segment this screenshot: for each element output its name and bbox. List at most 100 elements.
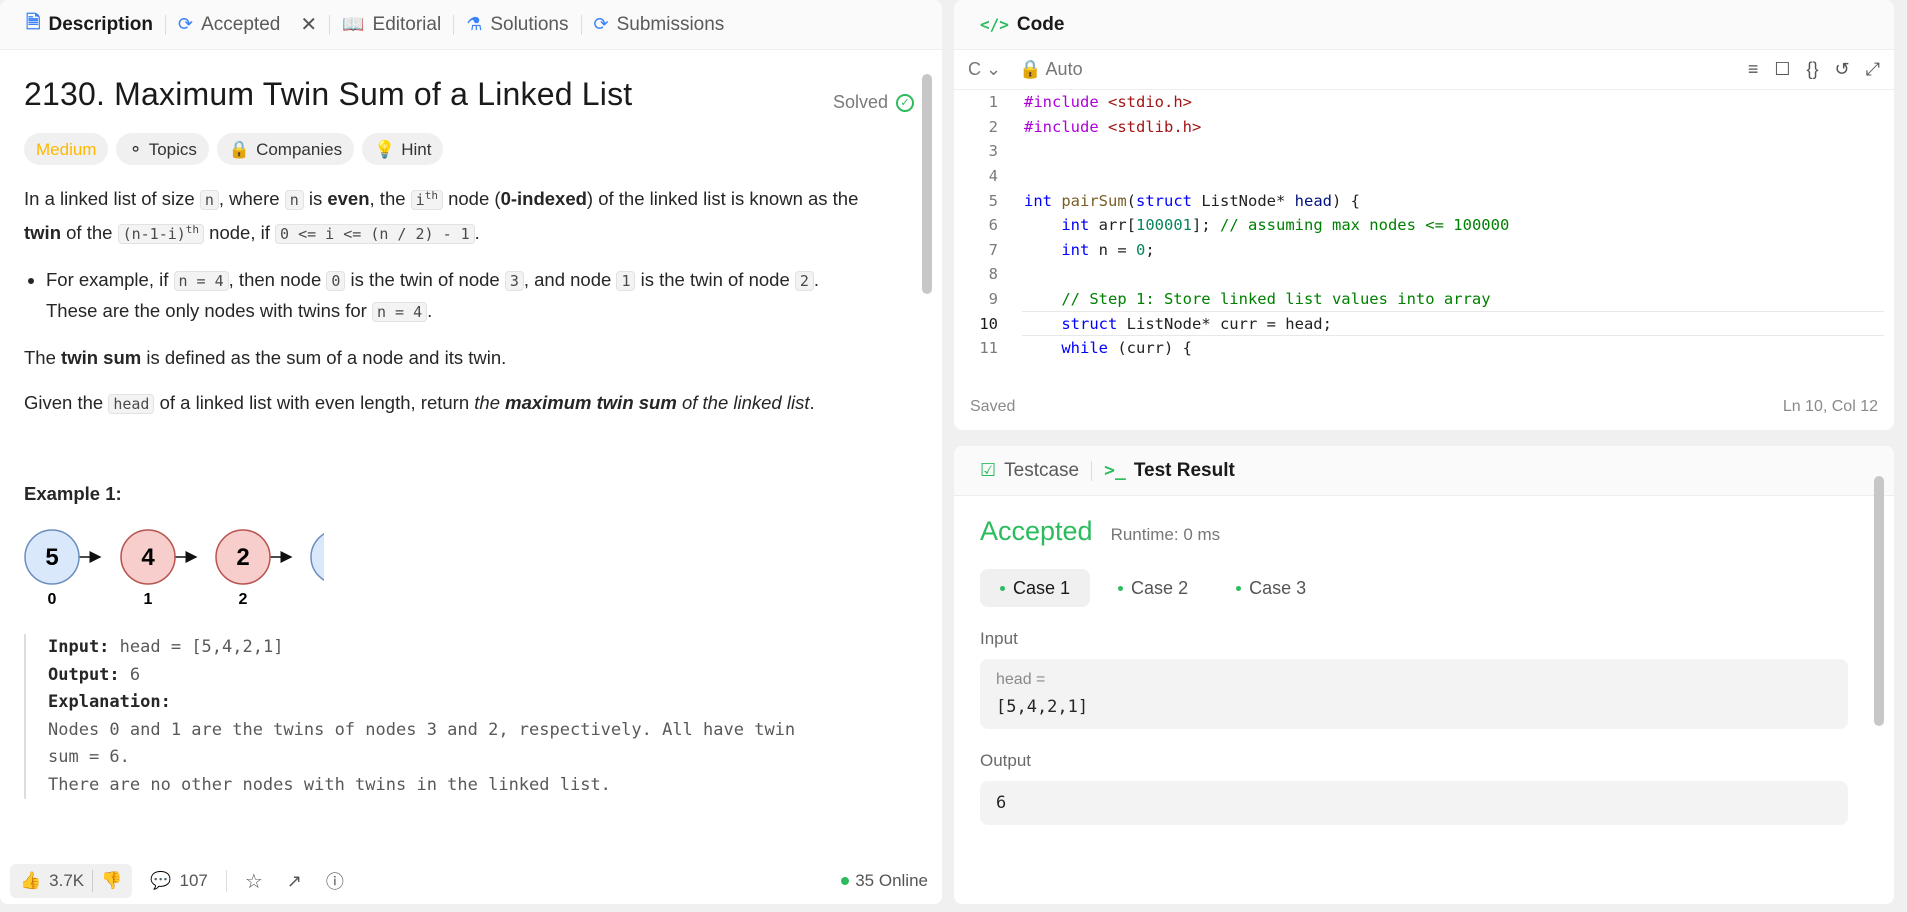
result-status: Accepted Runtime: 0 ms	[980, 516, 1221, 546]
result-scrollbar[interactable]	[1874, 456, 1884, 896]
list-node: 5 0	[24, 529, 80, 608]
help-icon[interactable]: ⓘ	[326, 868, 344, 894]
difficulty-badge: Medium	[24, 133, 109, 165]
check-circle-icon: ✓	[896, 93, 914, 112]
tab-code[interactable]: </> Code	[968, 0, 1076, 49]
auto-mode[interactable]: 🔒 Auto	[1019, 59, 1082, 80]
case-tab[interactable]: Case 2	[1098, 569, 1208, 607]
comment-icon: 💬	[150, 871, 172, 890]
code-editor[interactable]: 1 #include <stdio.h> 2 #include <stdlib.h>…	[954, 90, 1894, 375]
topics-chip[interactable]: ⚬ Topics	[116, 133, 209, 165]
svg-text:2: 2	[239, 591, 248, 608]
editor-status-bar: Saved Ln 10, Col 12	[970, 398, 1878, 415]
left-tabbar: 🗎 Description ⟳ Accepted ✕ 📖 Editorial ⚗…	[0, 0, 942, 50]
current-line-highlight	[1022, 311, 1884, 336]
companies-chip[interactable]: 🔒 Companies	[216, 133, 355, 165]
lock-icon: 🔒	[1019, 59, 1042, 79]
example-bullets: For example, if n = 4, then node 0 is th…	[24, 265, 914, 327]
online-count: 35 Online	[841, 871, 928, 891]
description-footer: 👍 3.7K 👎 💬 107 ☆ ↗ ⓘ 35 Online	[0, 858, 942, 904]
svg-text:2: 2	[236, 544, 249, 571]
code-icon: </>	[980, 15, 1009, 34]
terminal-icon: >_	[1104, 460, 1126, 481]
code-line: 5 int pairSum(struct ListNode* head) {	[988, 191, 1360, 210]
history-icon: ⟳	[178, 14, 194, 34]
thumbs-up-icon: 👍	[20, 871, 42, 890]
list-node: 2 2	[215, 529, 271, 608]
output-label: Output	[980, 751, 1032, 770]
tab-editorial[interactable]: 📖 Editorial	[330, 0, 453, 49]
example-heading: Example 1:	[24, 483, 122, 504]
output-box: 6	[980, 781, 1848, 825]
list-node: 1 3	[310, 533, 324, 581]
linked-list-diagram: 5 0 4 1 2 2 1 3	[24, 529, 324, 608]
input-label: Input	[980, 629, 1018, 648]
svg-text:1: 1	[144, 591, 153, 608]
list-node: 4 1	[120, 529, 176, 608]
bookmark-icon[interactable]: ☐	[1774, 59, 1790, 80]
input-box: head = [5,4,2,1]	[980, 659, 1848, 729]
share-icon[interactable]: ↗	[287, 871, 302, 892]
lock-icon: 🔒	[228, 139, 251, 159]
case-tabs: Case 1 Case 2 Case 3	[980, 569, 1848, 607]
code-line: 11 while (curr) {	[979, 339, 1192, 358]
case-tab[interactable]: Case 1	[980, 569, 1091, 607]
code-tabbar: </> Code	[954, 0, 1894, 50]
code-panel: </> Code C ⌄ 🔒 Auto ≡ ☐ {} ↺ ⤢ 1 #include…	[954, 0, 1894, 430]
comments-button[interactable]: 💬 107	[150, 871, 208, 891]
tab-description[interactable]: 🗎 Description	[14, 0, 165, 49]
list-item: For example, if n = 4, then node 0 is th…	[46, 265, 914, 327]
tab-test-result[interactable]: >_ Test Result	[1092, 446, 1247, 495]
code-line: 7 int n = 0;	[988, 240, 1155, 259]
scrollbar-thumb[interactable]	[1874, 476, 1884, 726]
braces-icon[interactable]: {}	[1806, 59, 1818, 80]
document-icon: 🗎	[26, 11, 41, 32]
task-statement: Given the head of a linked list with eve…	[24, 392, 815, 414]
online-dot	[841, 877, 850, 885]
problem-title[interactable]: 2130. Maximum Twin Sum of a Linked List	[24, 78, 914, 110]
lightbulb-icon: 💡	[374, 139, 396, 159]
solved-status: Solved ✓	[833, 88, 914, 117]
reset-icon[interactable]: ↺	[1835, 59, 1850, 80]
book-icon: 📖	[342, 14, 365, 34]
star-icon[interactable]: ☆	[245, 869, 263, 894]
editor-actions: ≡ ☐ {} ↺ ⤢	[1748, 59, 1880, 80]
flask-icon: ⚗	[466, 14, 483, 34]
description-panel: 🗎 Description ⟳ Accepted ✕ 📖 Editorial ⚗…	[0, 0, 942, 904]
tab-submissions[interactable]: ⟳ Submissions	[582, 0, 737, 49]
history-icon: ⟳	[593, 14, 609, 34]
description-scrollbar[interactable]	[922, 58, 932, 838]
tab-solutions[interactable]: ⚗ Solutions	[454, 0, 580, 49]
svg-text:4: 4	[141, 544, 155, 571]
result-panel: ☑ Testcase >_ Test Result Accepted Runti…	[954, 446, 1894, 904]
case-tab[interactable]: Case 3	[1216, 569, 1326, 607]
hint-chip[interactable]: 💡 Hint	[362, 133, 444, 165]
twin-sum-definition: The twin sum is defined as the sum of a …	[24, 347, 507, 368]
language-select[interactable]: C ⌄	[968, 59, 1001, 80]
thumbs-down-icon[interactable]: 👎	[101, 871, 122, 891]
chevron-down-icon: ⌄	[986, 59, 1002, 79]
code-line: 1 #include <stdio.h>	[988, 93, 1192, 112]
tag-icon: ⚬	[128, 139, 143, 159]
code-toolbar: C ⌄ 🔒 Auto ≡ ☐ {} ↺ ⤢	[954, 50, 1894, 90]
footer-divider	[225, 870, 227, 892]
scrollbar-thumb[interactable]	[922, 74, 932, 294]
format-icon[interactable]: ≡	[1748, 59, 1759, 80]
problem-tags: Medium ⚬ Topics 🔒 Companies 💡 Hint	[24, 133, 914, 165]
code-line: 3	[988, 142, 998, 161]
svg-text:0: 0	[48, 591, 57, 608]
code-line: 6 int arr[100001]; // assuming max nodes…	[988, 216, 1510, 235]
result-tabbar: ☑ Testcase >_ Test Result	[954, 446, 1894, 496]
close-tab-icon[interactable]: ✕	[300, 12, 317, 37]
example-block: Input: head = [5,4,2,1] Output: 6 Explan…	[24, 634, 914, 799]
like-button[interactable]: 👍 3.7K 👎	[10, 864, 133, 898]
tab-testcase[interactable]: ☑ Testcase	[968, 446, 1091, 495]
svg-text:5: 5	[45, 544, 58, 571]
problem-description: 2130. Maximum Twin Sum of a Linked List …	[24, 50, 914, 840]
test-result-content: Accepted Runtime: 0 ms Case 1 Case 2 Cas…	[980, 516, 1848, 825]
expand-icon[interactable]: ⤢	[1866, 59, 1880, 80]
code-line: 9 // Step 1: Store linked list values in…	[988, 290, 1491, 309]
description-paragraph: In a linked list of size n, where n is e…	[24, 188, 859, 244]
code-line: 2 #include <stdlib.h>	[988, 117, 1202, 136]
tab-accepted[interactable]: ⟳ Accepted ✕	[166, 0, 329, 49]
